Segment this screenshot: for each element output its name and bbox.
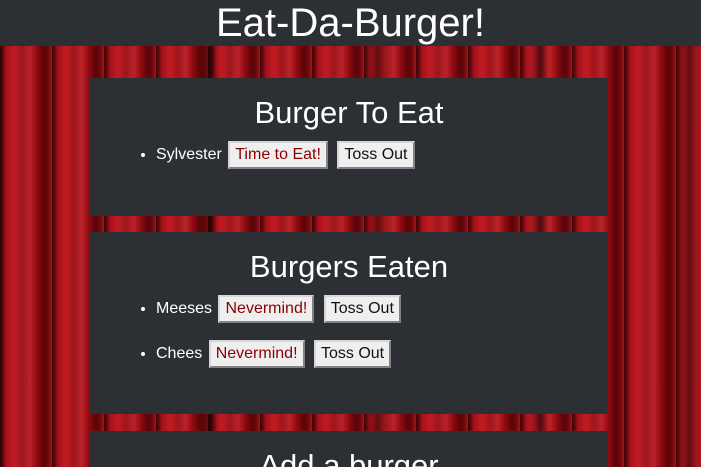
burger-name: Meeses bbox=[156, 300, 213, 317]
to-eat-heading: Burger To Eat bbox=[254, 95, 444, 130]
eaten-heading: Burgers Eaten bbox=[249, 249, 449, 284]
burgers-eaten-panel: Burgers Eaten Meeses Nevermind! Toss Out… bbox=[90, 232, 608, 414]
add-burger-heading: Add a burger bbox=[259, 448, 439, 467]
page-title: Eat-Da-Burger! bbox=[0, 0, 701, 46]
burger-name: Sylvester bbox=[156, 146, 222, 163]
add-burger-panel: Add a burger bbox=[90, 431, 608, 467]
eaten-list: Meeses Nevermind! Toss Out Chees Nevermi… bbox=[90, 294, 608, 369]
burger-name: Chees bbox=[156, 345, 203, 362]
list-item: Meeses Nevermind! Toss Out bbox=[156, 294, 608, 324]
toss-out-button[interactable]: Toss Out bbox=[337, 141, 415, 169]
list-item: Sylvester Time to Eat! Toss Out bbox=[156, 140, 608, 170]
list-item: Chees Nevermind! Toss Out bbox=[156, 339, 608, 369]
eat-button[interactable]: Time to Eat! bbox=[228, 141, 328, 169]
to-eat-list: Sylvester Time to Eat! Toss Out bbox=[90, 140, 608, 170]
burgers-to-eat-panel: Burger To Eat Sylvester Time to Eat! Tos… bbox=[90, 78, 608, 216]
toss-out-button[interactable]: Toss Out bbox=[313, 340, 392, 368]
toss-out-button[interactable]: Toss Out bbox=[323, 295, 401, 323]
nevermind-button[interactable]: Nevermind! bbox=[218, 295, 315, 323]
nevermind-button[interactable]: Nevermind! bbox=[208, 340, 305, 368]
